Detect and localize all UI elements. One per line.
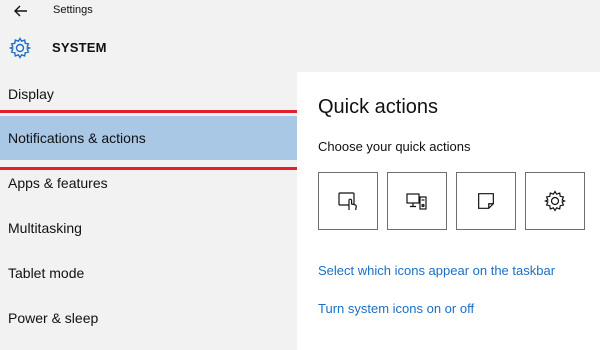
sidebar-item-notifications-actions[interactable]: Notifications & actions [0, 116, 297, 160]
section-subtitle: Choose your quick actions [318, 139, 471, 154]
title-bar: Settings [0, 0, 600, 22]
main-content: Quick actions Choose your quick actions [297, 72, 600, 350]
connect-display-icon [406, 193, 427, 210]
sidebar-item-tablet-mode[interactable]: Tablet mode [0, 251, 297, 295]
turn-system-icons-link[interactable]: Turn system icons on or off [318, 301, 474, 316]
quick-action-tile-note[interactable] [456, 172, 516, 230]
gear-icon [8, 37, 32, 59]
quick-action-tile-tablet-mode[interactable] [318, 172, 378, 230]
section-header: SYSTEM [0, 32, 600, 62]
sidebar-item-multitasking[interactable]: Multitasking [0, 206, 297, 250]
settings-window: Settings SYSTEM Display Notifications & … [0, 0, 600, 350]
header: Settings SYSTEM [0, 0, 600, 72]
sidebar-item-label: Apps & features [8, 175, 108, 191]
note-icon [478, 193, 494, 209]
sidebar-item-label: Multitasking [8, 220, 82, 236]
page-title: Quick actions [318, 96, 439, 118]
sidebar: Display Notifications & actions Apps & f… [0, 72, 297, 350]
section-title: SYSTEM [52, 40, 107, 55]
sidebar-item-label: Power & sleep [8, 310, 99, 326]
select-taskbar-icons-link[interactable]: Select which icons appear on the taskbar [318, 263, 555, 278]
quick-action-tile-connect[interactable] [387, 172, 447, 230]
sidebar-item-label: Display [8, 86, 54, 102]
settings-gear-icon [543, 190, 567, 212]
sidebar-item-power-sleep[interactable]: Power & sleep [0, 296, 297, 340]
sidebar-item-label: Notifications & actions [8, 130, 146, 146]
quick-action-tile-all-settings[interactable] [525, 172, 585, 230]
sidebar-item-display[interactable]: Display [0, 72, 297, 116]
sidebar-item-label: Tablet mode [8, 265, 85, 281]
sidebar-item-apps-features[interactable]: Apps & features [0, 161, 297, 205]
back-button[interactable] [10, 2, 32, 20]
back-arrow-icon [14, 5, 27, 17]
app-title: Settings [53, 4, 93, 16]
tablet-mode-icon [338, 192, 357, 211]
